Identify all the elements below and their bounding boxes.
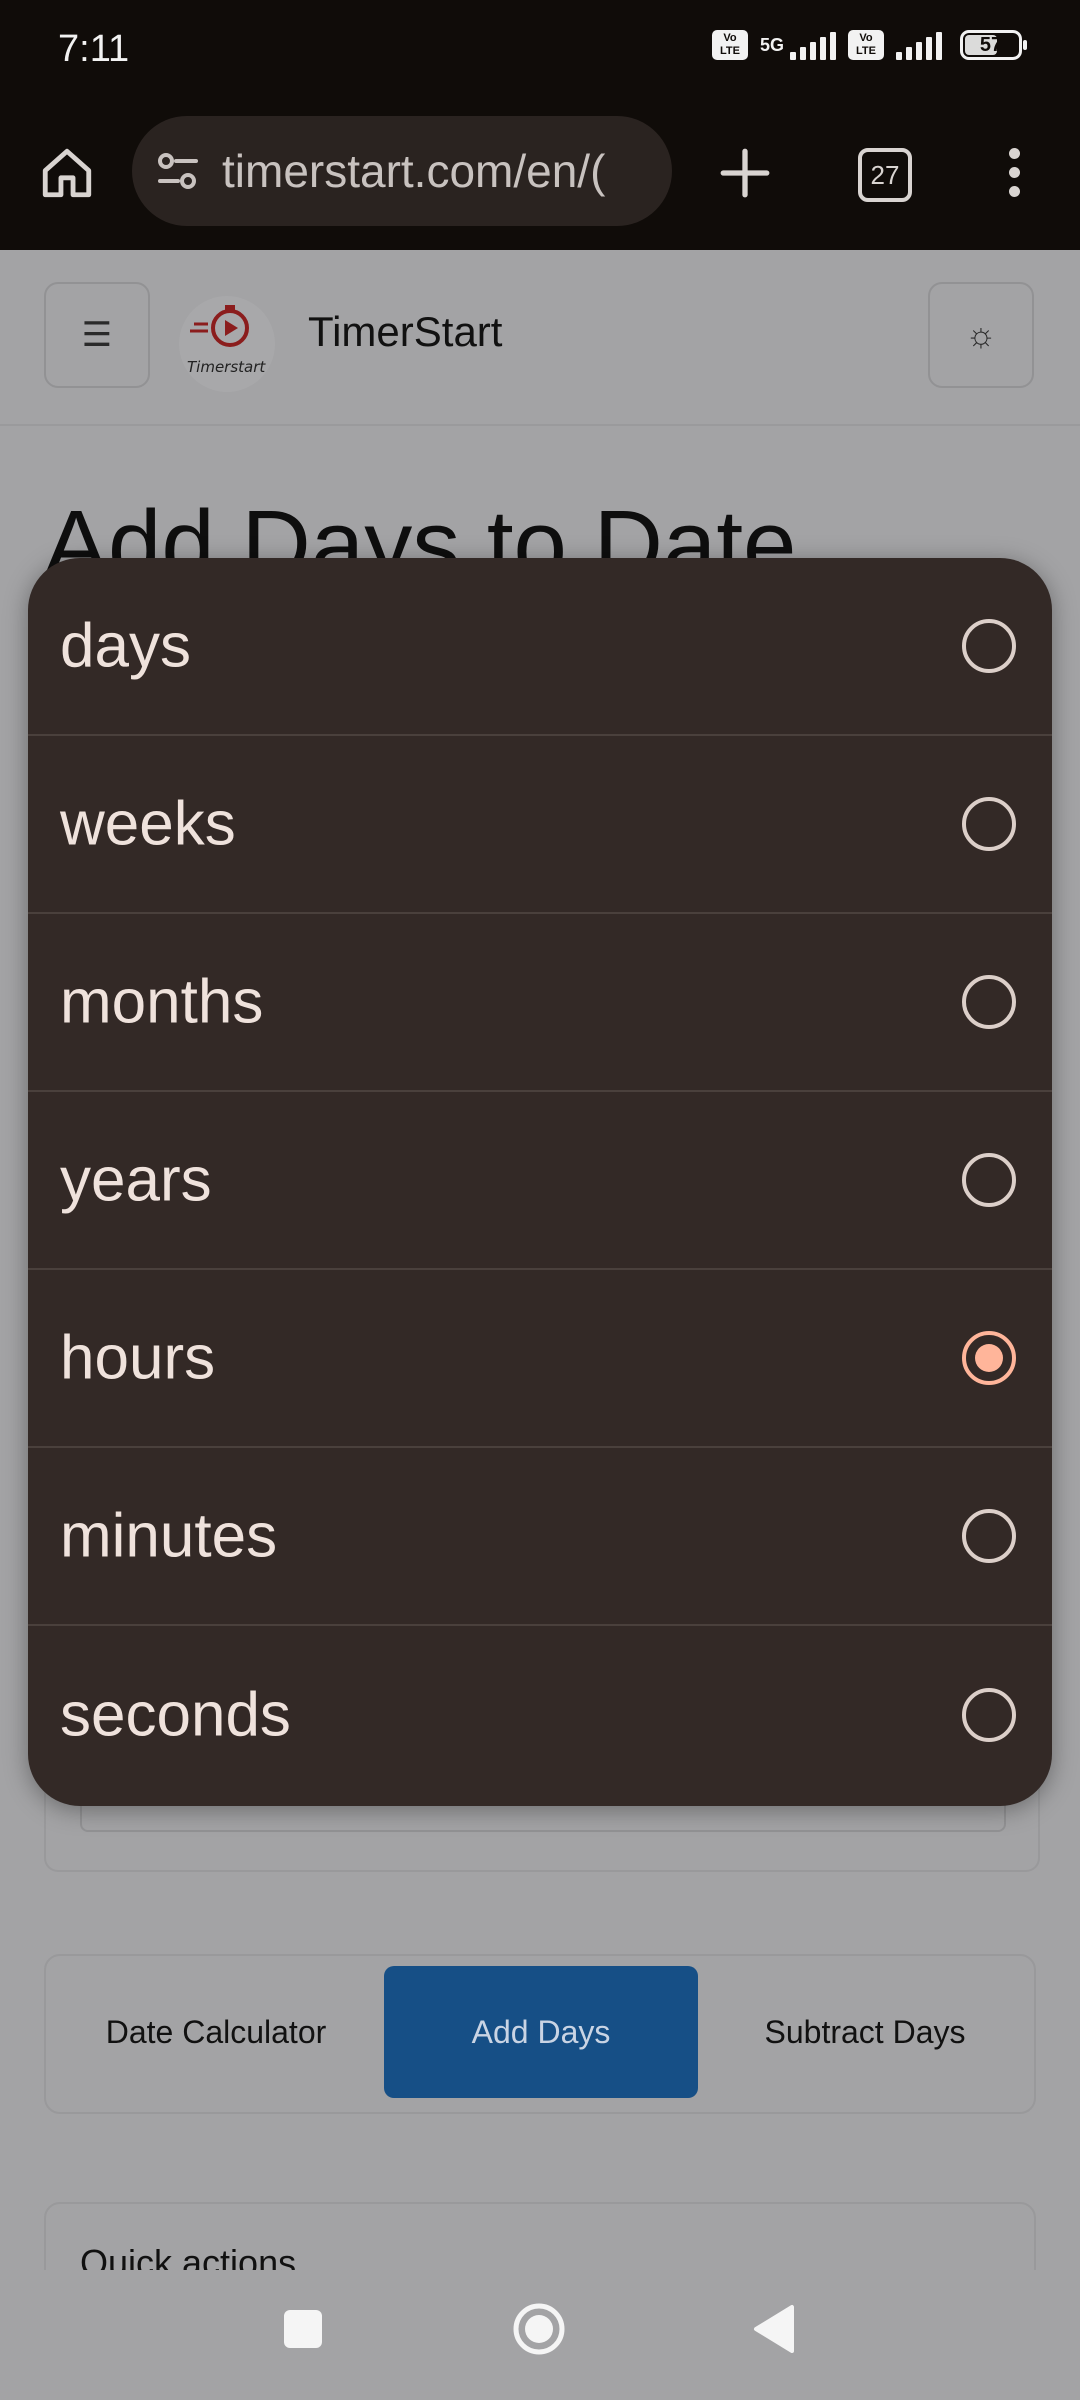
- option-label: years: [60, 1145, 212, 1215]
- option-label: minutes: [60, 1501, 278, 1571]
- option-label: hours: [60, 1323, 216, 1393]
- option-months[interactable]: months: [28, 914, 1052, 1092]
- tab-count: 27: [870, 160, 900, 190]
- menu-glyph: ☰: [81, 316, 113, 354]
- unit-picker-dialog: days weeks months years hours minutes se…: [28, 558, 1052, 1806]
- home-nav-icon[interactable]: [512, 2302, 566, 2356]
- option-seconds[interactable]: seconds: [28, 1626, 1052, 1804]
- tune-icon[interactable]: [154, 147, 202, 195]
- plus-icon[interactable]: [716, 144, 774, 202]
- option-days[interactable]: days: [28, 558, 1052, 736]
- volte-icon: Vo LTE: [711, 30, 748, 60]
- option-minutes[interactable]: minutes: [28, 1448, 1052, 1626]
- radio-icon[interactable]: [962, 619, 1016, 673]
- url-text[interactable]: timerstart.com/en/(: [222, 144, 605, 198]
- browser-toolbar: timerstart.com/en/( 27: [0, 104, 1080, 250]
- svg-text:Timerstart: Timerstart: [187, 358, 266, 376]
- signal-icon: [896, 30, 942, 60]
- option-label: months: [60, 967, 264, 1037]
- site-header: ☰ Timerstart TimerStart ☼: [0, 250, 1080, 426]
- sun-glyph: ☼: [965, 315, 997, 354]
- radio-icon[interactable]: [962, 797, 1016, 851]
- address-bar[interactable]: timerstart.com/en/(: [132, 116, 672, 226]
- battery-icon: 57: [960, 30, 1027, 60]
- tab-date-calculator[interactable]: Date Calculator: [56, 1966, 376, 2098]
- network-type: 5G: [759, 34, 784, 55]
- mode-tabs: Date Calculator Add Days Subtract Days: [44, 1954, 1036, 2114]
- radio-icon[interactable]: [962, 1509, 1016, 1563]
- brand-name[interactable]: TimerStart: [308, 308, 502, 356]
- home-icon[interactable]: [38, 144, 96, 202]
- tab-subtract-days[interactable]: Subtract Days: [706, 1966, 1024, 2098]
- quick-actions-card: Quick actions: [44, 2202, 1036, 2270]
- option-label: seconds: [60, 1680, 291, 1750]
- option-years[interactable]: years: [28, 1092, 1052, 1270]
- option-hours[interactable]: hours: [28, 1270, 1052, 1448]
- signal-icon: [790, 30, 836, 60]
- quick-actions-title: Quick actions: [80, 2242, 297, 2270]
- status-bar: 7:11 Vo LTE 5G Vo LTE 57: [0, 0, 1080, 104]
- option-weeks[interactable]: weeks: [28, 736, 1052, 914]
- radio-icon[interactable]: [962, 975, 1016, 1029]
- more-vert-icon[interactable]: [996, 144, 1032, 204]
- radio-selected-icon[interactable]: [962, 1331, 1016, 1385]
- option-label: days: [60, 611, 191, 681]
- tab-add-days[interactable]: Add Days: [384, 1966, 698, 2098]
- timerstart-logo: Timerstart: [179, 296, 275, 392]
- volte-icon: Vo LTE: [848, 30, 884, 60]
- tab-switcher-icon[interactable]: 27: [858, 148, 912, 202]
- clock: 7:11: [58, 28, 130, 70]
- sun-icon[interactable]: ☼: [928, 282, 1034, 388]
- radio-icon[interactable]: [962, 1688, 1016, 1742]
- system-nav-bar: [0, 2270, 1080, 2400]
- battery-level: 57: [979, 34, 1003, 56]
- radio-icon[interactable]: [962, 1153, 1016, 1207]
- status-icons: Vo LTE 5G Vo LTE 57: [711, 30, 1027, 60]
- recents-icon[interactable]: [284, 2310, 322, 2348]
- menu-icon[interactable]: ☰: [44, 282, 150, 388]
- option-label: weeks: [60, 789, 236, 859]
- back-icon[interactable]: [752, 2304, 796, 2354]
